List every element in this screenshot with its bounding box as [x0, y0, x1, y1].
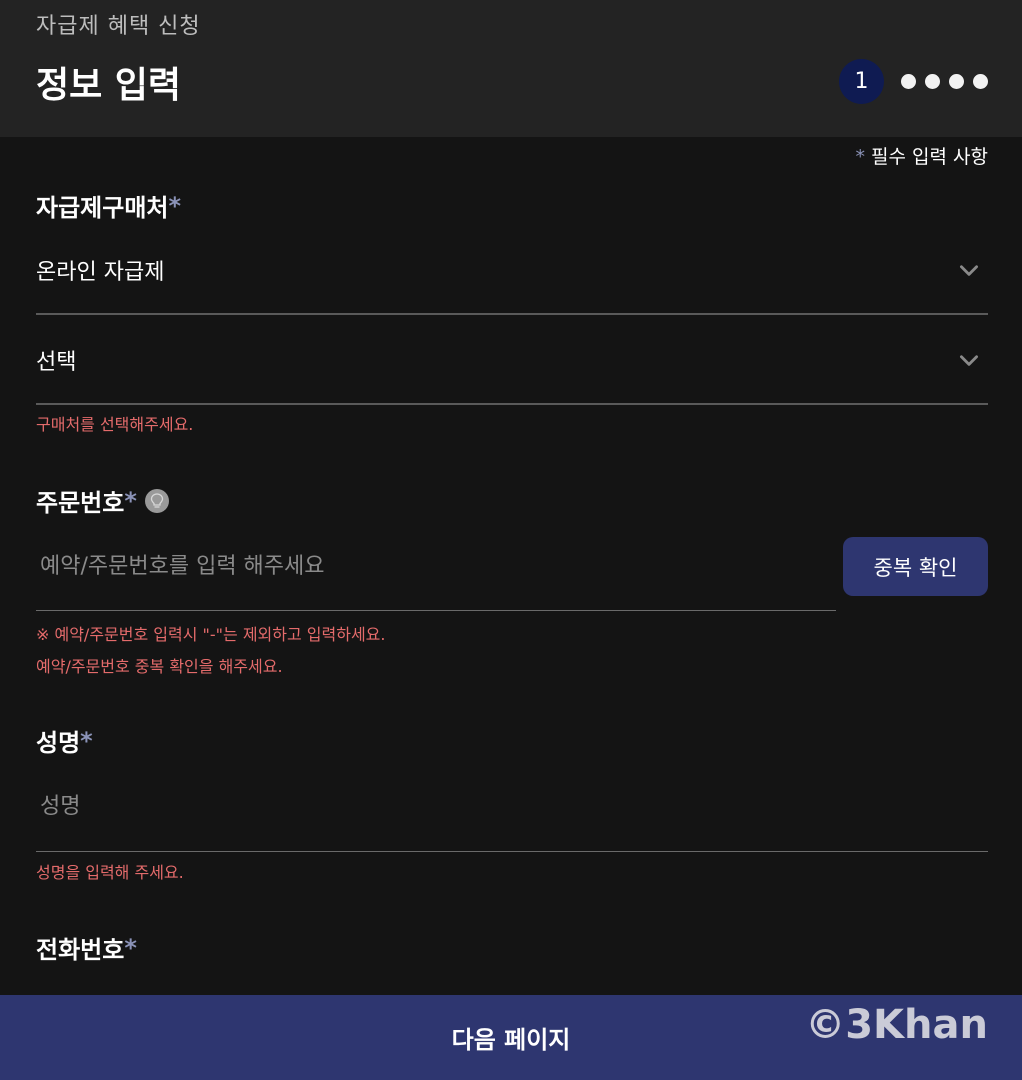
- step-dot-5: [973, 74, 988, 89]
- purchase-type-select[interactable]: 온라인 자급제: [36, 245, 988, 295]
- step-indicator: 1: [839, 59, 988, 104]
- name-star: *: [80, 726, 93, 755]
- breadcrumb: 자급제 혜택 신청: [36, 14, 201, 39]
- page-title: 정보 입력: [36, 65, 182, 106]
- lightbulb-icon: [150, 492, 164, 508]
- order-number-label-text: 주문번호: [36, 489, 125, 517]
- purchase-place-label-text: 자급제구매처: [36, 194, 169, 222]
- info-icon[interactable]: [144, 488, 169, 513]
- purchase-place-label: 자급제구매처 *: [36, 188, 181, 223]
- order-number-star: *: [124, 486, 137, 515]
- phone-label-text: 전화번호: [36, 936, 125, 964]
- purchase-store-select[interactable]: 선택: [36, 335, 988, 385]
- duplicate-check-button[interactable]: 중복 확인: [843, 537, 988, 596]
- purchase-place-error: 구매처를 선택해주세요.: [36, 415, 194, 434]
- required-note-text: 필수 입력 사항: [871, 146, 988, 168]
- purchase-type-value: 온라인 자급제: [36, 260, 165, 285]
- step-dot-4: [949, 74, 964, 89]
- step-dot-2: [901, 74, 916, 89]
- order-number-note: ※ 예약/주문번호 입력시 "-"는 제외하고 입력하세요.: [36, 625, 386, 644]
- divider: [36, 313, 988, 315]
- chevron-down-icon: [960, 265, 978, 276]
- required-star: *: [855, 146, 865, 168]
- order-number-input[interactable]: [36, 538, 836, 594]
- purchase-store-value: 선택: [36, 350, 77, 375]
- page-header: 자급제 혜택 신청 정보 입력 1: [0, 0, 1022, 137]
- order-number-error: 예약/주문번호 중복 확인을 해주세요.: [36, 657, 283, 676]
- chevron-down-icon: [960, 355, 978, 366]
- page: 자급제 혜택 신청 정보 입력 1 * 필수 입력 사항 자급제구매처 * 온라인…: [0, 0, 1022, 1080]
- input-underline: [36, 610, 836, 611]
- name-error: 성명을 입력해 주세요.: [36, 863, 184, 882]
- purchase-place-star: *: [168, 191, 182, 220]
- phone-star: *: [124, 933, 137, 962]
- name-label: 성명 *: [36, 723, 93, 758]
- input-underline: [36, 851, 988, 852]
- step-current: 1: [839, 59, 884, 104]
- watermark: ©3Khan: [805, 1002, 988, 1048]
- divider: [36, 403, 988, 405]
- step-dot-3: [925, 74, 940, 89]
- order-number-label: 주문번호 *: [36, 483, 169, 518]
- phone-label: 전화번호 *: [36, 930, 137, 965]
- name-label-text: 성명: [36, 729, 81, 757]
- name-input[interactable]: [36, 778, 988, 834]
- required-note: * 필수 입력 사항: [855, 142, 988, 169]
